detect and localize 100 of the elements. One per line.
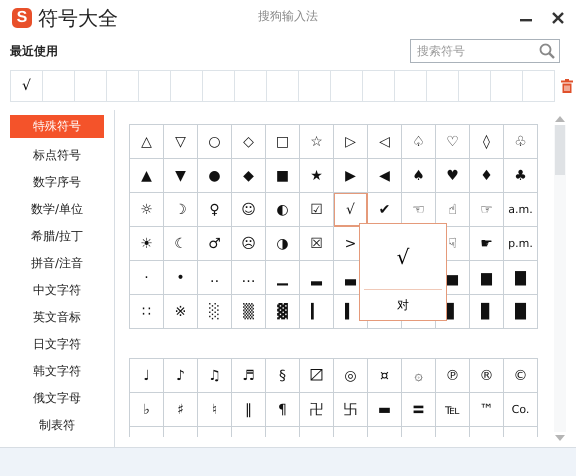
symbol-cell[interactable]: ℗ [436, 359, 470, 393]
symbol-cell[interactable]: ◇ [232, 125, 266, 159]
search-icon[interactable] [539, 43, 555, 59]
category-item[interactable]: 制表符 [10, 412, 104, 439]
symbol-cell[interactable]: ™ [470, 393, 504, 427]
symbol-cell[interactable]: ★ [300, 159, 334, 193]
symbol-cell[interactable]: □ [266, 125, 300, 159]
symbol-cell[interactable]: 卐 [334, 393, 368, 427]
category-item[interactable]: 日文字符 [10, 331, 104, 358]
symbol-cell[interactable]: ◎ [334, 359, 368, 393]
symbol-cell[interactable]: ‥ [198, 261, 232, 295]
symbol-cell[interactable]: ♧ [504, 125, 538, 159]
symbol-cell[interactable]: ♣ [504, 159, 538, 193]
symbol-cell[interactable]: ☽ [164, 193, 198, 227]
symbol-cell[interactable]: 〓 [402, 393, 436, 427]
symbol-cell[interactable]: ■ [266, 159, 300, 193]
category-item[interactable]: 标点符号 [10, 142, 104, 169]
symbol-cell[interactable]: ♦ [470, 159, 504, 193]
category-item[interactable]: 俄文字母 [10, 385, 104, 412]
symbol-cell[interactable]: ☞ [470, 193, 504, 227]
symbol-cell[interactable]: · [130, 261, 164, 295]
symbol-cell[interactable]: ☆ [300, 125, 334, 159]
symbol-cell[interactable]: ♥ [436, 159, 470, 193]
category-item[interactable]: 数学/单位 [10, 196, 104, 223]
symbol-cell[interactable]: ▎ [300, 295, 334, 329]
category-item[interactable]: 韩文字符 [10, 358, 104, 385]
category-item[interactable]: 拼音/注音 [10, 250, 104, 277]
close-icon[interactable] [550, 10, 566, 26]
symbol-cell[interactable]: ※ [164, 295, 198, 329]
symbol-cell[interactable]: ░ [198, 295, 232, 329]
symbol-cell[interactable]: ◆ [232, 159, 266, 193]
symbol-cell[interactable]: ▶ [334, 159, 368, 193]
symbol-cell[interactable]: ▼ [164, 159, 198, 193]
symbol-cell[interactable]: △ [130, 125, 164, 159]
symbol-cell[interactable]: ▁ [266, 261, 300, 295]
symbol-cell[interactable]: ♯ [164, 393, 198, 427]
symbol-cell[interactable]: ♀ [198, 193, 232, 227]
symbol-cell[interactable]: ℡ [436, 393, 470, 427]
scrollbar-thumb[interactable] [555, 125, 565, 175]
symbol-cell[interactable]: ▓ [266, 295, 300, 329]
symbol-cell[interactable]: ▷ [334, 125, 368, 159]
symbol-cell[interactable]: █ [504, 295, 538, 329]
symbol-cell[interactable]: ♂ [198, 227, 232, 261]
symbol-cell[interactable]: ◑ [266, 227, 300, 261]
symbol-cell[interactable]: ● [198, 159, 232, 193]
symbol-cell[interactable]: ▒ [232, 295, 266, 329]
symbol-cell[interactable]: √ [334, 193, 368, 227]
symbol-cell[interactable]: ▬ [368, 393, 402, 427]
category-item[interactable]: 英文音标 [10, 304, 104, 331]
symbol-cell[interactable]: ∷ [130, 295, 164, 329]
symbol-cell[interactable]: 〼 [300, 359, 334, 393]
scrollbar[interactable] [554, 116, 566, 441]
trash-icon[interactable] [561, 79, 573, 93]
symbol-cell[interactable]: Co. [504, 393, 538, 427]
symbol-cell[interactable]: ¤ [368, 359, 402, 393]
category-item[interactable]: 数字序号 [10, 169, 104, 196]
symbol-cell[interactable]: ♫ [198, 359, 232, 393]
symbol-cell[interactable]: ♩ [130, 359, 164, 393]
symbol-cell[interactable]: ▇ [504, 261, 538, 295]
symbol-cell[interactable]: ☺ [232, 193, 266, 227]
symbol-cell[interactable]: … [232, 261, 266, 295]
category-item[interactable]: 希腊/拉丁 [10, 223, 104, 250]
symbol-cell[interactable]: ¶ [266, 393, 300, 427]
scroll-up-icon[interactable] [555, 116, 565, 122]
symbol-cell[interactable]: ▊ [470, 295, 504, 329]
symbol-cell[interactable]: a.m. [504, 193, 538, 227]
symbol-cell[interactable]: © [504, 359, 538, 393]
symbol-cell[interactable]: 卍 [300, 393, 334, 427]
symbol-cell[interactable]: ☼ [130, 193, 164, 227]
symbol-cell[interactable]: ۞ [402, 359, 436, 393]
symbol-cell[interactable]: ☾ [164, 227, 198, 261]
search-field[interactable]: 搜索符号 [410, 39, 560, 63]
symbol-cell[interactable]: ‖ [232, 393, 266, 427]
symbol-cell[interactable]: ♬ [232, 359, 266, 393]
symbol-cell[interactable]: ☀ [130, 227, 164, 261]
symbol-cell[interactable]: ▆ [470, 261, 504, 295]
symbol-cell[interactable]: ♪ [164, 359, 198, 393]
symbol-cell[interactable]: ♭ [130, 393, 164, 427]
symbol-cell[interactable]: ▲ [130, 159, 164, 193]
symbol-cell[interactable]: ♮ [198, 393, 232, 427]
symbol-cell[interactable]: ☛ [470, 227, 504, 261]
symbol-cell[interactable]: ◐ [266, 193, 300, 227]
category-item[interactable]: 中文字符 [10, 277, 104, 304]
symbol-cell[interactable]: ▽ [164, 125, 198, 159]
scroll-down-icon[interactable] [555, 435, 565, 441]
symbol-cell[interactable]: ▂ [300, 261, 334, 295]
symbol-cell[interactable]: ☹ [232, 227, 266, 261]
symbol-cell[interactable]: ♤ [402, 125, 436, 159]
symbol-cell[interactable]: • [164, 261, 198, 295]
symbol-cell[interactable]: ♠ [402, 159, 436, 193]
symbol-cell[interactable]: ◁ [368, 125, 402, 159]
symbol-cell[interactable]: ◀ [368, 159, 402, 193]
symbol-cell[interactable]: p.m. [504, 227, 538, 261]
symbol-cell[interactable]: § [266, 359, 300, 393]
symbol-cell[interactable]: ☑ [300, 193, 334, 227]
symbol-cell[interactable]: ◊ [470, 125, 504, 159]
symbol-cell[interactable]: ○ [198, 125, 232, 159]
symbol-cell[interactable]: ♡ [436, 125, 470, 159]
symbol-cell[interactable]: ® [470, 359, 504, 393]
symbol-cell[interactable]: ☒ [300, 227, 334, 261]
